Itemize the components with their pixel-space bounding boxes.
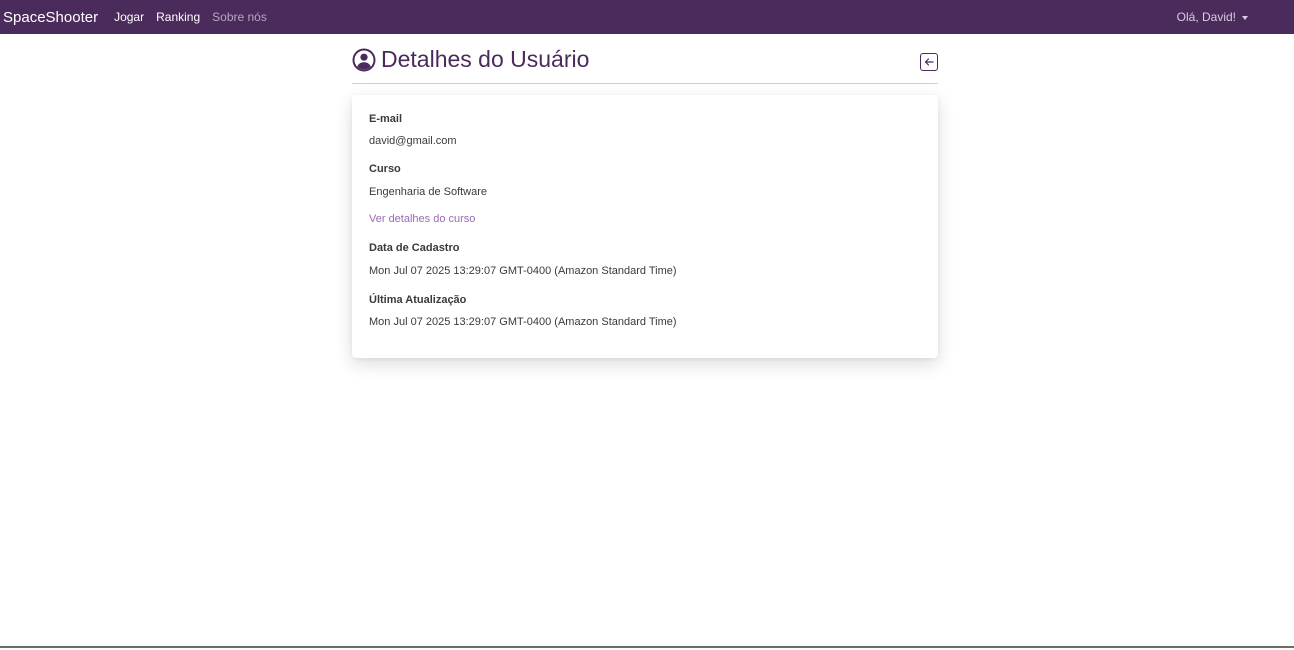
- window-bottom-border: [0, 646, 1294, 648]
- top-navbar: SpaceShooter Jogar Ranking Sobre nós Olá…: [0, 0, 1294, 34]
- course-value: Engenharia de Software: [369, 186, 488, 198]
- user-circle-icon: [352, 48, 376, 71]
- course-label: Curso: [369, 163, 401, 175]
- page-header: Detalhes do Usuário: [352, 34, 938, 84]
- user-details-page: Detalhes do Usuário E-mail david@gmail.c…: [352, 34, 938, 358]
- nav-link-sobre-nos[interactable]: Sobre nós: [212, 10, 267, 24]
- email-value: david@gmail.com: [369, 135, 457, 147]
- updated-value: Mon Jul 07 2025 13:29:07 GMT-0400 (Amazo…: [369, 316, 677, 328]
- user-greeting: Olá, David!: [1176, 10, 1236, 24]
- brand-link[interactable]: SpaceShooter: [3, 9, 98, 26]
- created-value: Mon Jul 07 2025 13:29:07 GMT-0400 (Amazo…: [369, 265, 677, 277]
- nav-link-jogar[interactable]: Jogar: [114, 10, 144, 24]
- arrow-left-icon: [924, 58, 934, 66]
- nav-link-ranking[interactable]: Ranking: [156, 10, 200, 24]
- course-details-link[interactable]: Ver detalhes do curso: [369, 212, 475, 226]
- created-label: Data de Cadastro: [369, 242, 460, 254]
- updated-label: Última Atualização: [369, 294, 467, 306]
- user-menu-dropdown[interactable]: Olá, David!: [1177, 0, 1248, 34]
- user-details-card: E-mail david@gmail.com Curso Engenharia …: [352, 95, 938, 358]
- caret-down-icon: [1242, 15, 1248, 20]
- back-button[interactable]: [920, 53, 938, 71]
- page-title: Detalhes do Usuário: [381, 45, 590, 72]
- email-label: E-mail: [369, 113, 403, 125]
